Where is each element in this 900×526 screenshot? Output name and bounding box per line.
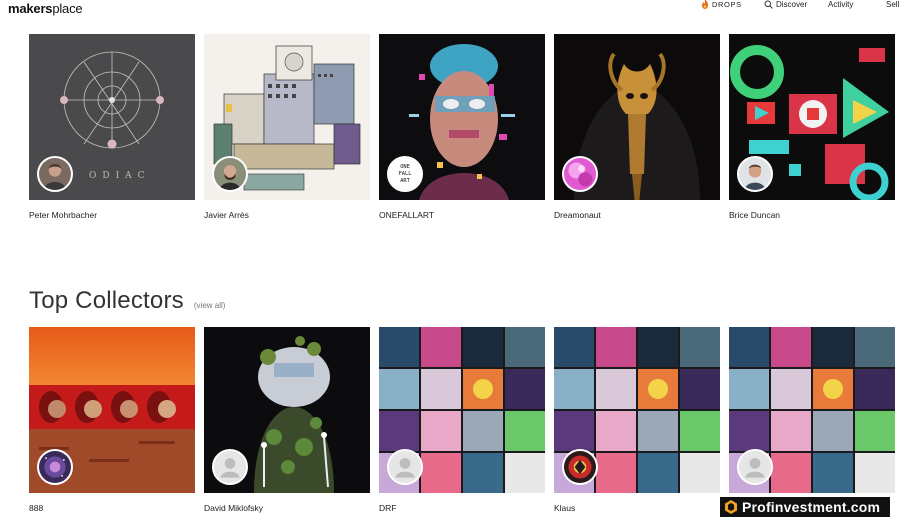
collage-art[interactable] xyxy=(554,327,720,493)
watermark: Profinvestment.com xyxy=(720,497,890,517)
svg-text:ART: ART xyxy=(400,178,410,184)
search-icon xyxy=(764,0,773,9)
artist-name[interactable]: Javier Arrés xyxy=(204,210,249,220)
svg-text:ONE: ONE xyxy=(400,164,410,170)
default-avatar xyxy=(737,449,773,485)
artist-avatar xyxy=(212,156,248,192)
collector-card[interactable]: Klaus xyxy=(554,327,720,513)
artist-name[interactable]: Peter Mohrbacher xyxy=(29,210,97,220)
flame-icon xyxy=(702,0,708,9)
section-title: Top Collectors xyxy=(29,287,184,314)
top-header: makersplace DROPS Discover Activity Sell xyxy=(0,0,900,20)
svg-text:FALL: FALL xyxy=(399,171,412,177)
artist-card[interactable]: ONE FALL ART ONEFALLART xyxy=(379,34,545,220)
logo-prefix: makers xyxy=(8,1,53,16)
glitch-portrait-art[interactable]: ONE FALL ART xyxy=(379,34,545,200)
svg-text:ODIAC: ODIAC xyxy=(89,171,151,181)
artist-name[interactable]: Brice Duncan xyxy=(729,210,780,220)
collage-art[interactable] xyxy=(379,327,545,493)
collage-art[interactable] xyxy=(729,327,895,493)
artist-name[interactable]: Dreamonaut xyxy=(554,210,601,220)
collector-name[interactable]: DRF xyxy=(379,503,396,513)
artist-card[interactable]: Dreamonaut xyxy=(554,34,720,220)
site-logo[interactable]: makersplace xyxy=(8,1,83,16)
cyber-bust-art[interactable] xyxy=(204,327,370,493)
collector-name[interactable]: David Miklofsky xyxy=(204,503,263,513)
collector-name[interactable]: 888 xyxy=(29,503,43,513)
geometric-shapes-art[interactable] xyxy=(729,34,895,200)
watermark-logo-icon xyxy=(725,500,737,514)
collector-card[interactable]: David Miklofsky xyxy=(204,327,370,513)
red-emblem-avatar xyxy=(562,449,598,485)
logo-suffix: place xyxy=(52,1,83,16)
collector-name[interactable]: Klaus xyxy=(554,503,575,513)
artist-card[interactable]: Brice Duncan xyxy=(729,34,895,220)
nav-activity[interactable]: Activity xyxy=(828,0,853,9)
artist-card[interactable]: Javier Arrés xyxy=(204,34,370,220)
artist-avatar xyxy=(37,156,73,192)
artist-name[interactable]: ONEFALLART xyxy=(379,210,434,220)
collector-card[interactable] xyxy=(729,327,895,493)
nav-discover-label: Discover xyxy=(776,0,808,9)
galaxy-avatar xyxy=(37,449,73,485)
collector-card[interactable]: 888 xyxy=(29,327,195,513)
artist-avatar xyxy=(737,156,773,192)
watermark-text: Profinvestment.com xyxy=(742,499,881,515)
nav-sell[interactable]: Sell xyxy=(886,0,899,9)
zodiac-circle-art[interactable]: ODIAC xyxy=(29,34,195,200)
red-figures-art[interactable] xyxy=(29,327,195,493)
pink-abstract-avatar xyxy=(562,156,598,192)
nav-drops[interactable]: DROPS xyxy=(701,0,742,9)
view-all-link[interactable]: (view all) xyxy=(194,301,226,310)
default-avatar xyxy=(212,449,248,485)
golden-skull-art[interactable] xyxy=(554,34,720,200)
nav-drops-label: DROPS xyxy=(712,0,742,9)
collector-card[interactable]: DRF xyxy=(379,327,545,513)
default-avatar xyxy=(387,449,423,485)
top-collectors-heading: Top Collectors (view all) xyxy=(29,287,225,315)
nav-discover[interactable]: Discover xyxy=(764,0,807,9)
onefallart-logo: ONE FALL ART xyxy=(387,156,423,192)
isometric-city-art[interactable] xyxy=(204,34,370,200)
artist-card[interactable]: ODIAC Peter Mohrbacher xyxy=(29,34,195,220)
